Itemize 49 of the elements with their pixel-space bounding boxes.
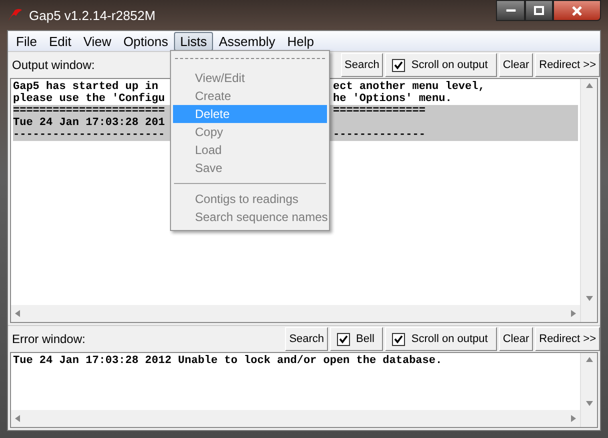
toolbar-button[interactable]: Search	[340, 53, 384, 77]
menu-item[interactable]: Edit	[42, 32, 78, 50]
log-text: ==============	[333, 105, 426, 117]
log-text: Tue 24 Jan 17:03:28 2012 Unable to lock and/or open the database.	[13, 355, 442, 367]
menu-item[interactable]: View	[77, 32, 118, 50]
toolbar-button[interactable]: Clear	[498, 327, 534, 351]
maximize-button[interactable]	[525, 0, 553, 21]
scroll-up-icon[interactable]	[586, 83, 592, 88]
checkbox-toggle[interactable]: Scroll on output	[385, 53, 497, 77]
toolbar-button[interactable]: Search	[285, 327, 328, 351]
log-text: Gap5 has started up in	[13, 81, 158, 93]
pane-label: Output window:	[12, 58, 95, 72]
menu-item[interactable]: Assembly	[212, 32, 282, 50]
minimize-button[interactable]	[496, 0, 525, 21]
log-text: please use the 'Configu	[13, 93, 165, 105]
log-text: he 'Options' menu.	[333, 93, 452, 105]
log-text: ect another menu level,	[333, 81, 485, 93]
toolbar-button[interactable]: Clear	[498, 53, 534, 77]
checkbox[interactable]	[392, 332, 406, 346]
scroll-right-icon[interactable]	[571, 415, 576, 422]
scroll-right-icon[interactable]	[571, 310, 576, 317]
toolbar-button[interactable]: Redirect >>	[535, 53, 600, 77]
feather-icon	[7, 8, 23, 22]
log-text: =======================	[13, 105, 165, 117]
log-text: -----------------------	[13, 129, 165, 141]
menu-item[interactable]: Help	[281, 32, 320, 50]
scroll-left-icon[interactable]	[15, 415, 20, 422]
minimize-icon	[506, 8, 516, 12]
toolbar-button[interactable]: Redirect >>	[535, 327, 600, 351]
menu-item[interactable]: Options	[117, 32, 174, 50]
checkbox[interactable]	[392, 58, 406, 72]
checkbox-toggle[interactable]: Bell	[330, 327, 384, 351]
menu-item[interactable]: Lists	[174, 32, 213, 50]
pane-label: Error window:	[12, 332, 86, 346]
maximize-icon	[534, 6, 544, 15]
log-text: --------------	[333, 129, 426, 141]
scroll-down-icon[interactable]	[586, 401, 592, 406]
checkbox-toggle[interactable]: Scroll on output	[385, 327, 497, 351]
scrollbar-corner	[580, 410, 597, 427]
scroll-left-icon[interactable]	[15, 310, 20, 317]
menu-item[interactable]: File	[10, 32, 43, 50]
window-title: Gap5 v1.2.14-r2852M	[29, 8, 156, 22]
scroll-down-icon[interactable]	[586, 296, 592, 301]
checkbox[interactable]	[337, 332, 350, 346]
close-icon	[572, 6, 582, 16]
close-button[interactable]	[553, 0, 601, 21]
text-area[interactable]: Tue 24 Jan 17:03:28 2012 Unable to lock and/or open the database.	[10, 352, 598, 428]
scroll-up-icon[interactable]	[586, 357, 592, 362]
log-text: Tue 24 Jan 17:03:28 201	[13, 117, 165, 129]
